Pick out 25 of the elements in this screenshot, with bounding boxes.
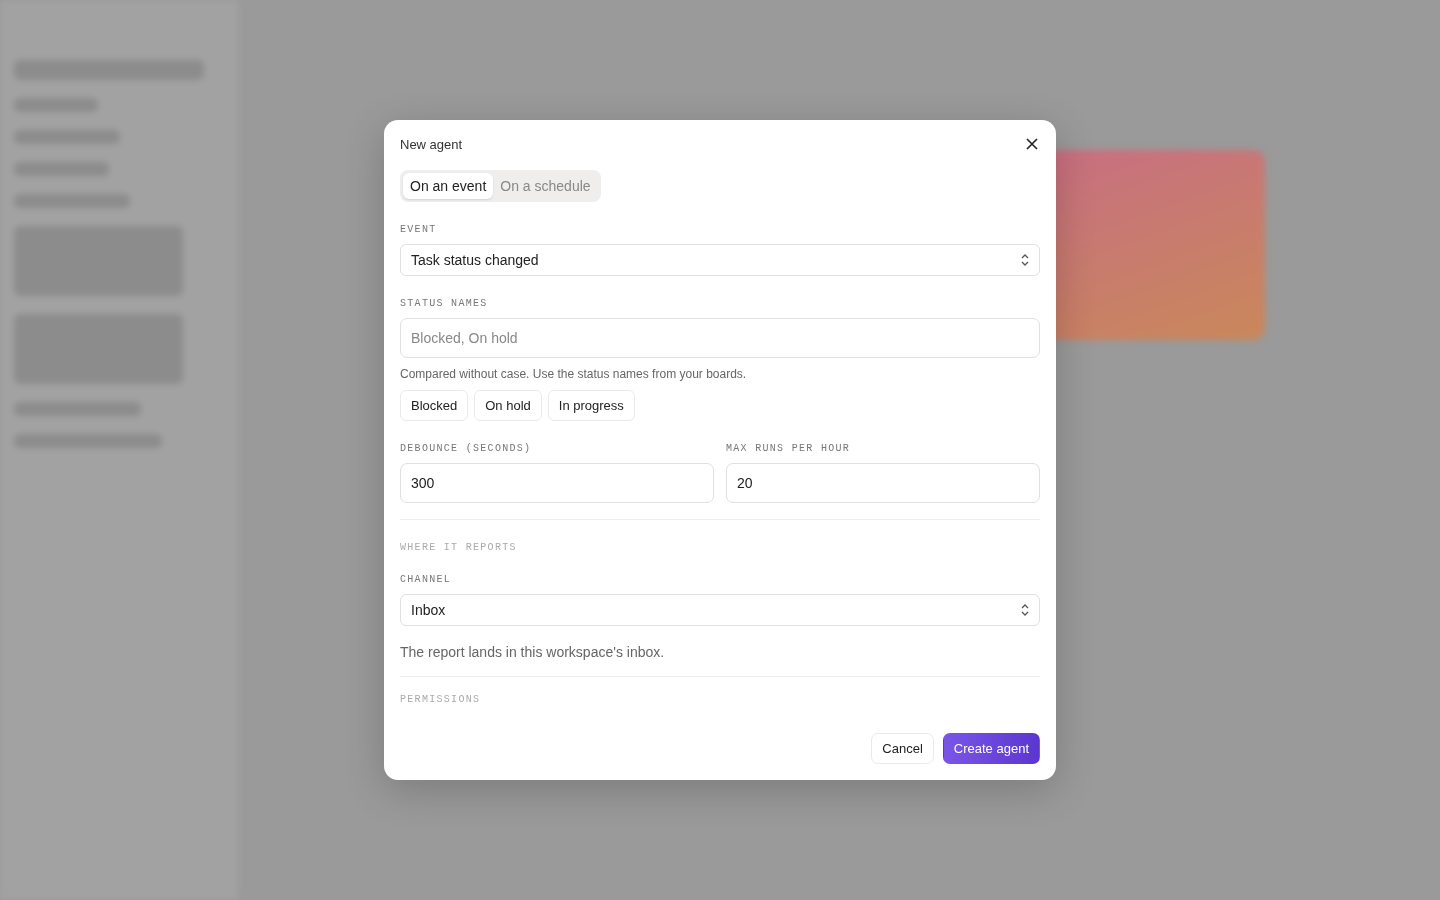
- status-chip[interactable]: In progress: [547, 390, 635, 421]
- chevron-up-down-icon: [1021, 604, 1029, 616]
- field-label: DEBOUNCE (SECONDS): [400, 443, 533, 454]
- status-chip[interactable]: On hold: [474, 390, 542, 421]
- section-heading: WHERE IT REPORTS: [400, 542, 518, 553]
- field-label: MAX RUNS PER HOUR: [726, 443, 852, 454]
- cancel-button[interactable]: Cancel: [871, 733, 934, 764]
- field-label: EVENT: [400, 224, 438, 235]
- status-chip[interactable]: Blocked: [400, 390, 469, 421]
- max-runs-field[interactable]: 20: [726, 463, 1040, 503]
- channel-select[interactable]: Inbox: [400, 594, 1040, 626]
- debounce-field[interactable]: 300: [400, 463, 714, 503]
- event-select[interactable]: Task status changed: [400, 244, 1040, 276]
- field-label: STATUS NAMES: [400, 298, 489, 309]
- chevron-up-down-icon: [1021, 254, 1029, 266]
- trigger-tab[interactable]: On an event: [403, 173, 494, 199]
- create-button[interactable]: Create agent: [942, 733, 1040, 764]
- close-icon: [1024, 136, 1040, 152]
- section-heading: PERMISSIONS: [400, 694, 482, 705]
- hint-text: Compared without case. Use the status names from your boards.: [400, 367, 748, 381]
- close-button[interactable]: [1024, 136, 1040, 152]
- status-names-field[interactable]: Blocked, On hold: [400, 318, 1040, 358]
- hint-text: The report lands in this workspace's inbox.: [400, 644, 666, 660]
- field-label: CHANNEL: [400, 574, 453, 585]
- dialog-title: New agent: [400, 136, 463, 152]
